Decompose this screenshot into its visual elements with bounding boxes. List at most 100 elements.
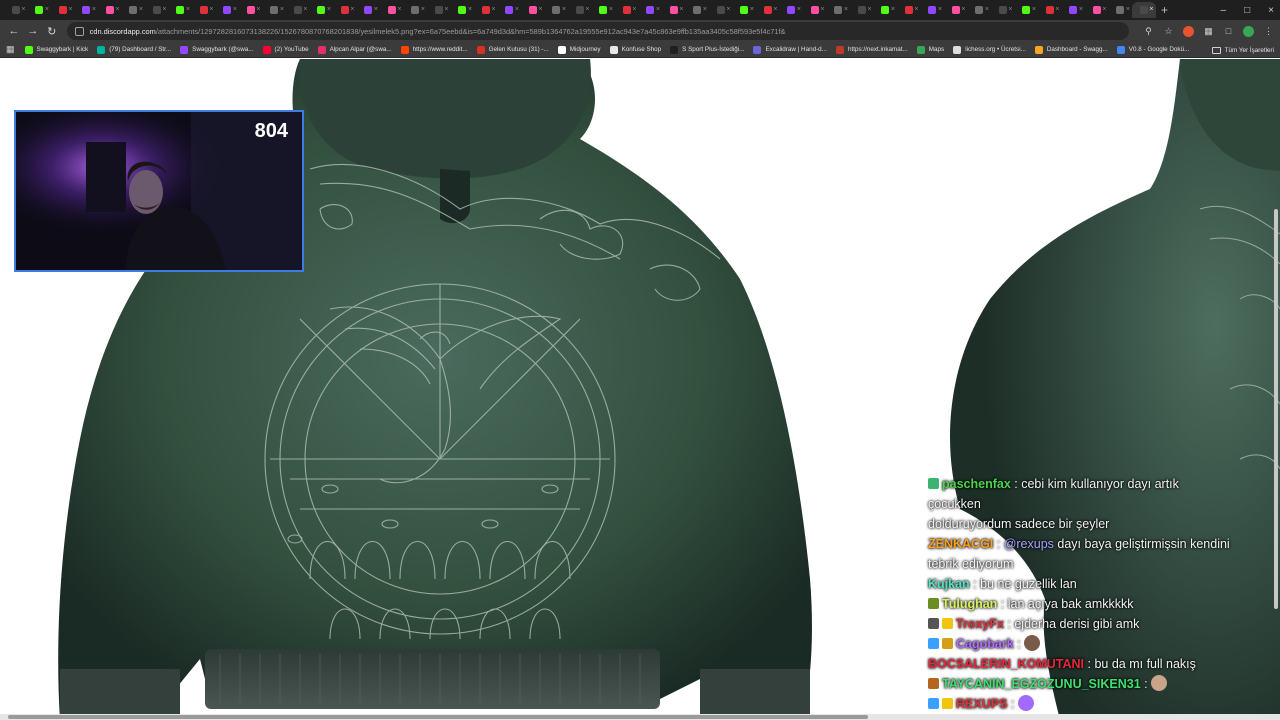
tab-close-icon[interactable]: × xyxy=(1079,6,1083,14)
menu-icon[interactable]: ⋮ xyxy=(1263,26,1274,37)
browser-tab[interactable]: × xyxy=(874,2,898,18)
chat-username[interactable]: Tulughan xyxy=(942,597,997,611)
bookmark-item[interactable]: https://next.inkamat... xyxy=(835,45,908,54)
tab-close-icon[interactable]: × xyxy=(421,6,425,14)
browser-tab[interactable]: × xyxy=(216,2,240,18)
tab-close-icon[interactable]: × xyxy=(726,6,730,14)
tab-close-icon[interactable]: × xyxy=(585,6,589,14)
tab-close-icon[interactable]: × xyxy=(444,6,448,14)
tab-close-icon[interactable]: × xyxy=(938,6,942,14)
bookmark-item[interactable]: Gelen Kutusu (31) -... xyxy=(476,45,549,54)
tab-close-icon[interactable]: × xyxy=(1102,6,1106,14)
tab-close-icon[interactable]: × xyxy=(397,6,401,14)
close-window-icon[interactable]: × xyxy=(1268,5,1274,16)
tab-close-icon[interactable]: × xyxy=(327,6,331,14)
all-bookmarks[interactable]: Tüm Yer İşaretleri xyxy=(1211,42,1274,57)
address-bar[interactable]: cdn.discordapp.com/attachments/129728281… xyxy=(66,22,1130,40)
browser-tab[interactable]: × xyxy=(592,2,616,18)
tab-close-icon[interactable]: × xyxy=(609,6,613,14)
chat-username[interactable]: Kujkan xyxy=(928,577,970,591)
tab-close-icon[interactable]: × xyxy=(750,6,754,14)
browser-tab[interactable]: × xyxy=(4,2,28,18)
tab-close-icon[interactable]: × xyxy=(92,6,96,14)
tab-close-icon[interactable]: × xyxy=(68,6,72,14)
chat-username[interactable]: Cagobark xyxy=(956,637,1014,651)
tab-close-icon[interactable]: × xyxy=(562,6,566,14)
bookmark-item[interactable]: Midjourney xyxy=(557,45,601,54)
bookmark-item[interactable]: Swaggybark (@swa... xyxy=(180,45,254,54)
browser-tab[interactable]: × xyxy=(944,2,968,18)
tab-close-icon[interactable]: × xyxy=(844,6,848,14)
tab-close-icon[interactable]: × xyxy=(820,6,824,14)
tab-close-icon[interactable]: × xyxy=(703,6,707,14)
bookmark-item[interactable]: (79) Dashboard / Str... xyxy=(97,45,171,54)
bookmark-item[interactable]: https://www.reddit... xyxy=(400,45,468,54)
horizontal-scrollbar-thumb[interactable] xyxy=(8,715,868,719)
extension-icon[interactable] xyxy=(1183,25,1195,37)
bookmark-item[interactable]: Alpcan Alpar (@swa... xyxy=(317,45,392,54)
browser-tab[interactable]: × xyxy=(803,2,827,18)
tab-close-icon[interactable]: × xyxy=(303,6,307,14)
tab-close-icon[interactable]: × xyxy=(1149,6,1153,14)
back-icon[interactable]: ← xyxy=(6,23,22,39)
chat-username[interactable]: TroxyFx xyxy=(956,617,1004,631)
browser-tab[interactable]: × xyxy=(451,2,475,18)
tab-close-icon[interactable]: × xyxy=(280,6,284,14)
browser-tab[interactable]: × xyxy=(1085,2,1109,18)
bookmark-item[interactable]: S Sport Plus-İstediği... xyxy=(670,45,744,54)
tab-close-icon[interactable]: × xyxy=(1032,6,1036,14)
tab-close-icon[interactable]: × xyxy=(162,6,166,14)
browser-tab[interactable]: × xyxy=(968,2,992,18)
bookmark-star-icon[interactable]: ☆ xyxy=(1163,26,1174,37)
tab-close-icon[interactable]: × xyxy=(961,6,965,14)
browser-tab[interactable]: × xyxy=(239,2,263,18)
browser-tab[interactable]: × xyxy=(733,2,757,18)
browser-tab[interactable]: × xyxy=(333,2,357,18)
tab-close-icon[interactable]: × xyxy=(256,6,260,14)
new-tab-button[interactable]: + xyxy=(1156,3,1174,17)
tab-close-icon[interactable]: × xyxy=(1055,6,1059,14)
tab-close-icon[interactable]: × xyxy=(468,6,472,14)
bookmark-item[interactable]: Excalidraw | Hand-d... xyxy=(753,45,827,54)
profile-avatar-icon[interactable] xyxy=(1243,25,1255,37)
browser-tab[interactable]: × xyxy=(897,2,921,18)
browser-tab[interactable]: × xyxy=(380,2,404,18)
maximize-icon[interactable]: □ xyxy=(1244,5,1250,16)
tab-close-icon[interactable]: × xyxy=(186,6,190,14)
browser-tab[interactable]: × xyxy=(639,2,663,18)
browser-tab[interactable]: × xyxy=(1109,2,1133,18)
browser-tab[interactable]: × xyxy=(615,2,639,18)
chat-username[interactable]: TAYCANIN_EGZOZUNU_SIKEN31 xyxy=(942,677,1141,691)
tab-close-icon[interactable]: × xyxy=(233,6,237,14)
tab-close-icon[interactable]: × xyxy=(350,6,354,14)
browser-tab[interactable]: × xyxy=(1062,2,1086,18)
browser-tab[interactable]: × xyxy=(145,2,169,18)
browser-tab[interactable]: × xyxy=(1132,2,1156,18)
chat-username[interactable]: paschenfax xyxy=(942,477,1011,491)
zoom-icon[interactable]: ⚲ xyxy=(1143,26,1154,37)
browser-tab[interactable]: × xyxy=(357,2,381,18)
browser-tab[interactable]: × xyxy=(921,2,945,18)
bookmark-item[interactable]: Swaggybark | Kick xyxy=(24,45,88,54)
forward-icon[interactable]: → xyxy=(25,23,41,39)
tab-close-icon[interactable]: × xyxy=(115,6,119,14)
browser-tab[interactable]: × xyxy=(827,2,851,18)
browser-tab[interactable]: × xyxy=(286,2,310,18)
bookmark-item[interactable]: Dashboard - Swagg... xyxy=(1034,45,1108,54)
tab-close-icon[interactable]: × xyxy=(679,6,683,14)
browser-tab[interactable]: × xyxy=(1038,2,1062,18)
browser-tab[interactable]: × xyxy=(122,2,146,18)
tab-close-icon[interactable]: × xyxy=(139,6,143,14)
tab-search-icon[interactable]: □ xyxy=(1223,26,1234,37)
bookmark-item[interactable]: lichess.org • Ücretsi... xyxy=(953,45,1026,54)
browser-tab[interactable]: × xyxy=(427,2,451,18)
browser-tab[interactable]: × xyxy=(686,2,710,18)
tab-close-icon[interactable]: × xyxy=(1126,6,1130,14)
chat-mention[interactable]: @rexups xyxy=(1004,537,1054,551)
bookmark-item[interactable]: Konfuse Shop xyxy=(609,45,661,54)
chat-username[interactable]: BOCSALERIN_KOMUTANI xyxy=(928,657,1084,671)
tab-close-icon[interactable]: × xyxy=(867,6,871,14)
vertical-scrollbar[interactable] xyxy=(1274,209,1278,609)
browser-tab[interactable]: × xyxy=(263,2,287,18)
tab-close-icon[interactable]: × xyxy=(773,6,777,14)
